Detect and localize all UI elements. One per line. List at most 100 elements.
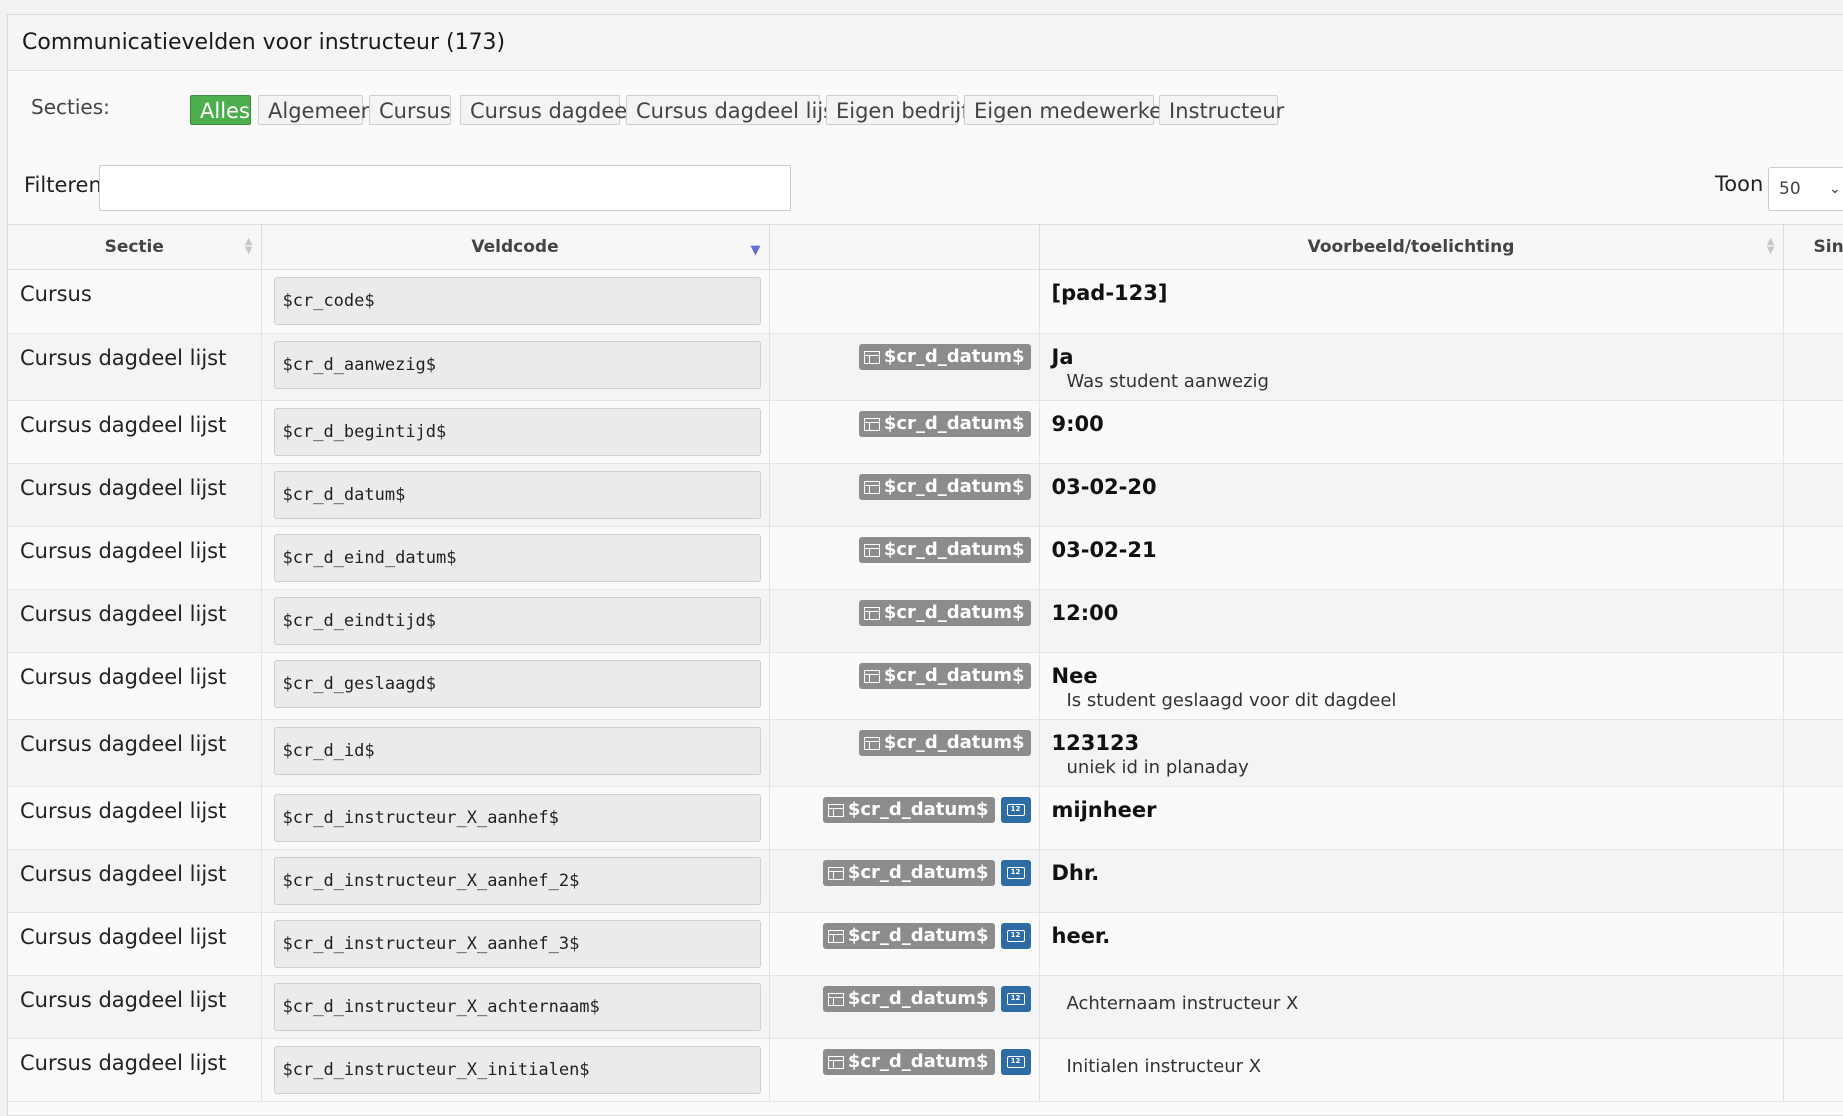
table-row: Cursus$cr_code$[pad-123]: [8, 270, 1843, 334]
table-row: Cursus dagdeel lijst$cr_d_eindtijd$$cr_d…: [8, 590, 1843, 653]
numbered-field-badge[interactable]: 12: [1001, 1049, 1031, 1075]
example-value: 9:00: [1052, 412, 1783, 436]
col-header-context: [769, 225, 1039, 270]
example-cell: JaWas student aanwezig: [1040, 334, 1783, 392]
field-code-input[interactable]: $cr_d_id$: [274, 727, 761, 775]
example-cell: mijnheer: [1040, 787, 1783, 822]
context-badge[interactable]: $cr_d_datum$: [859, 411, 1031, 437]
numbered-icon: 12: [1007, 930, 1025, 942]
context-badge[interactable]: $cr_d_datum$: [859, 344, 1031, 370]
example-cell: [pad-123]: [1040, 270, 1783, 305]
table-icon: [828, 1056, 844, 1069]
example-value: Nee: [1052, 664, 1783, 688]
numbered-icon: 12: [1007, 993, 1025, 1005]
section-filter-cursus-dagdeel-lijst[interactable]: Cursus dagdeel lijst: [626, 95, 820, 125]
col-header-sectie[interactable]: Sectie ▲▼: [8, 225, 261, 270]
example-value: mijnheer: [1052, 798, 1783, 822]
table-row: Cursus dagdeel lijst $cr_d_eind_datum$ $cr…: [8, 527, 1843, 590]
col-header-voorbeeld-label: Voorbeeld/toelichting: [1308, 237, 1515, 257]
col-header-sectie-label: Sectie: [105, 237, 164, 257]
field-code-input[interactable]: $cr_d_instructeur_X_aanhef_3$: [274, 920, 761, 968]
example-cell: 03-02-20: [1040, 464, 1783, 499]
context-badge[interactable]: $cr_d_datum$: [823, 860, 995, 886]
example-cell: heer.: [1040, 913, 1783, 948]
example-value: 03-02-21: [1052, 538, 1783, 562]
context-badge[interactable]: $cr_d_datum$: [823, 1049, 995, 1075]
context-badge-label: $cr_d_datum$: [884, 600, 1025, 626]
context-badge-label: $cr_d_datum$: [884, 344, 1025, 370]
example-value: Ja: [1052, 345, 1783, 369]
section-filter-cursus[interactable]: Cursus: [369, 95, 451, 125]
section-filter-instructeur[interactable]: Instructeur: [1159, 95, 1278, 125]
section-filter-eigen-medewerker[interactable]: Eigen medewerker: [964, 95, 1154, 125]
context-badge[interactable]: $cr_d_datum$: [823, 797, 995, 823]
context-badge-label: $cr_d_datum$: [848, 797, 989, 823]
example-value: 03-02-20: [1052, 475, 1783, 499]
numbered-field-badge[interactable]: 12: [1001, 986, 1031, 1012]
numbered-field-badge[interactable]: 12: [1001, 923, 1031, 949]
example-value: heer.: [1052, 924, 1783, 948]
section-filter-algemeen[interactable]: Algemeen: [258, 95, 363, 125]
field-code-input[interactable]: $cr_code$: [274, 277, 761, 325]
context-badges: $cr_d_datum$: [859, 600, 1031, 626]
toon-label: Toon: [1715, 172, 1763, 196]
row-sectie: Cursus dagdeel lijst: [8, 1039, 261, 1075]
table-icon: [864, 670, 880, 683]
field-code-input[interactable]: $cr_d_eindtijd$: [274, 597, 761, 645]
example-cell: 9:00: [1040, 401, 1783, 436]
table-row: Cursus dagdeel lijst $cr_d_aanwezig$ $cr_d…: [8, 334, 1843, 401]
example-value: Dhr.: [1052, 861, 1783, 885]
example-description: Was student aanwezig: [1052, 371, 1783, 392]
filter-input[interactable]: [99, 165, 791, 211]
numbered-icon: 12: [1007, 867, 1025, 879]
table-row: Cursus dagdeel lijst$cr_d_instructeur_X_…: [8, 913, 1843, 976]
context-badge[interactable]: $cr_d_datum$: [823, 923, 995, 949]
row-sectie: Cursus dagdeel lijst: [8, 334, 261, 370]
context-badge-label: $cr_d_datum$: [884, 474, 1025, 500]
section-filter-eigen-bedrijf[interactable]: Eigen bedrijf: [826, 95, 958, 125]
table-row: Cursus dagdeel lijst $cr_d_instructeur_X_…: [8, 976, 1843, 1039]
field-code-input[interactable]: $cr_d_begintijd$: [274, 408, 761, 456]
field-code-input[interactable]: $cr_d_eind_datum$: [274, 534, 761, 582]
field-code-input[interactable]: $cr_d_datum$: [274, 471, 761, 519]
col-header-extra[interactable]: Sinc: [1783, 225, 1843, 270]
context-badge-label: $cr_d_datum$: [848, 986, 989, 1012]
field-code-input[interactable]: $cr_d_geslaagd$: [274, 660, 761, 708]
field-code-input[interactable]: $cr_d_instructeur_X_aanhef$: [274, 794, 761, 842]
table-icon: [828, 930, 844, 943]
row-sectie: Cursus dagdeel lijst: [8, 976, 261, 1012]
example-description: Achternaam instructeur X: [1052, 993, 1783, 1014]
section-filter-alles[interactable]: Alles: [190, 95, 251, 125]
context-badge[interactable]: $cr_d_datum$: [859, 474, 1031, 500]
table-row: Cursus dagdeel lijst$cr_d_datum$$cr_d_da…: [8, 464, 1843, 527]
example-cell: Dhr.: [1040, 850, 1783, 885]
context-badges: $cr_d_datum$: [859, 344, 1031, 370]
field-code-input[interactable]: $cr_d_instructeur_X_aanhef_2$: [274, 857, 761, 905]
context-badges: $cr_d_datum$ 12: [823, 860, 1031, 886]
section-filter-cursus-dagdeel[interactable]: Cursus dagdeel: [460, 95, 620, 125]
numbered-field-badge[interactable]: 12: [1001, 860, 1031, 886]
example-cell: NeeIs student geslaagd voor dit dagdeel: [1040, 653, 1783, 711]
context-badge-label: $cr_d_datum$: [848, 1049, 989, 1075]
context-badge[interactable]: $cr_d_datum$: [859, 537, 1031, 563]
context-badge[interactable]: $cr_d_datum$: [859, 730, 1031, 756]
page-size-select[interactable]: 50 ⌄: [1768, 167, 1843, 211]
context-badges: $cr_d_datum$: [859, 730, 1031, 756]
col-header-veldcode[interactable]: Veldcode ▼: [261, 225, 769, 270]
col-header-voorbeeld[interactable]: Voorbeeld/toelichting ▲▼: [1039, 225, 1783, 270]
context-badge[interactable]: $cr_d_datum$: [823, 986, 995, 1012]
row-sectie: Cursus dagdeel lijst: [8, 527, 261, 563]
sections-label: Secties:: [31, 95, 110, 119]
example-value: 12:00: [1052, 601, 1783, 625]
field-code-input[interactable]: $cr_d_instructeur_X_achternaam$: [274, 983, 761, 1031]
numbered-field-badge[interactable]: 12: [1001, 797, 1031, 823]
context-badge[interactable]: $cr_d_datum$: [859, 600, 1031, 626]
field-code-input[interactable]: $cr_d_aanwezig$: [274, 341, 761, 389]
page-size-value: 50: [1779, 179, 1801, 199]
table-icon: [828, 867, 844, 880]
table-row: Cursus dagdeel lijst$cr_d_instructeur_X_…: [8, 850, 1843, 913]
example-cell: 03-02-21: [1040, 527, 1783, 562]
context-badge[interactable]: $cr_d_datum$: [859, 663, 1031, 689]
context-badge-label: $cr_d_datum$: [848, 923, 989, 949]
filter-label: Filteren: [24, 173, 102, 197]
